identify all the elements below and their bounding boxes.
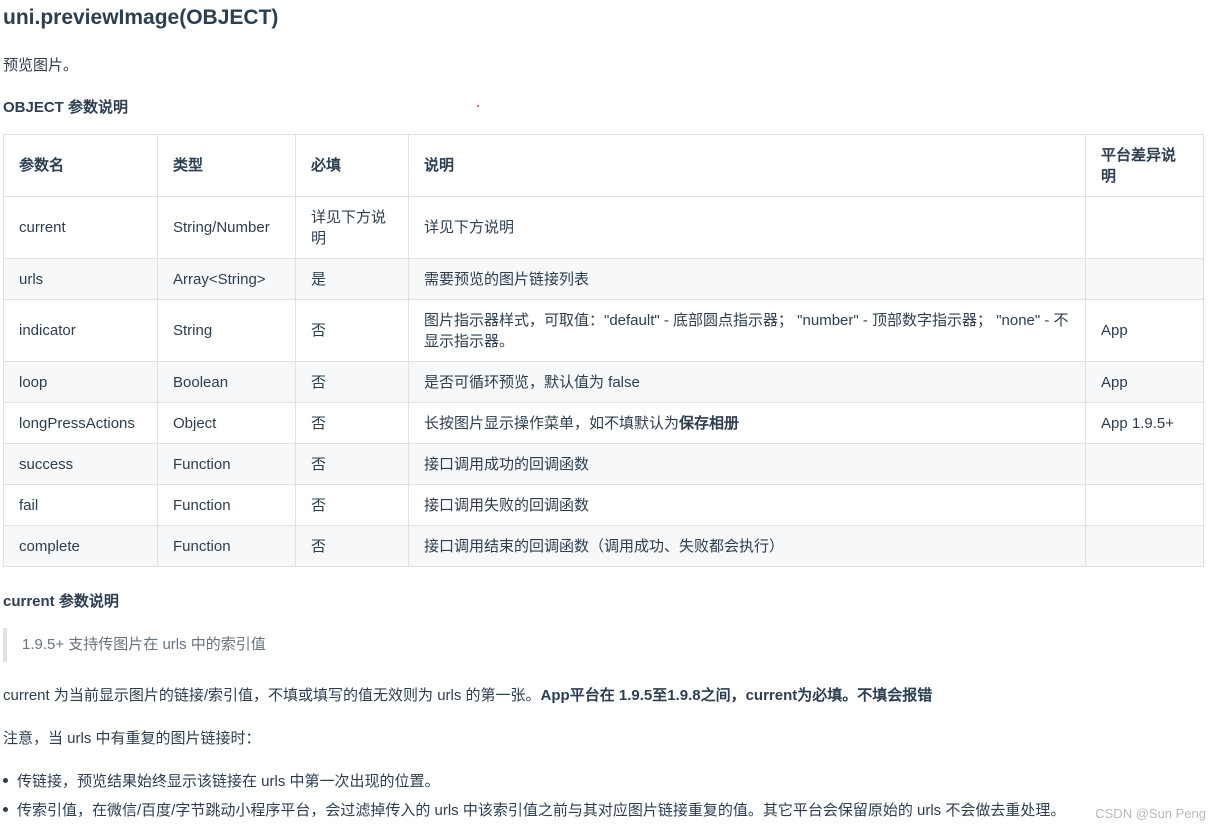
header-platform: 平台差异说明 xyxy=(1085,134,1204,197)
page-description: 预览图片。 xyxy=(3,57,79,74)
object-params-heading: OBJECT 参数说明 xyxy=(3,99,129,116)
cell-name: current xyxy=(3,196,158,259)
cell-description-text: 长按图片显示操作菜单，如不填默认为 xyxy=(424,414,680,432)
cell-type: Function xyxy=(157,484,296,526)
bullet-dot xyxy=(3,806,8,812)
bullet-dot xyxy=(3,777,8,783)
list-item: 传索引值，在微信/百度/字节跳动小程序平台，会过滤掉传入的 urls 中该索引值… xyxy=(3,799,1065,820)
cell-description: 需要预览的图片链接列表 xyxy=(408,258,1086,300)
cell-name: success xyxy=(3,443,158,485)
table-row: current String/Number 详见下方说明 详见下方说明 xyxy=(3,196,1204,259)
cell-platform: App xyxy=(1085,361,1204,403)
cell-required: 否 xyxy=(295,443,409,485)
list-item-text: 传链接，预览结果始终显示该链接在 urls 中第一次出现的位置。 xyxy=(17,773,440,790)
table-row: complete Function 否 接口调用结束的回调函数（调用成功、失败都… xyxy=(3,525,1204,567)
watermark: CSDN @Sun Peng xyxy=(1095,806,1206,821)
cell-name: loop xyxy=(3,361,158,403)
cell-platform: App 1.9.5+ xyxy=(1085,402,1204,444)
current-paragraph-text: current 为当前显示图片的链接/索引值，不填或填写的值无效则为 urls … xyxy=(3,687,541,704)
header-description: 说明 xyxy=(408,134,1086,197)
version-blockquote: 1.9.5+ 支持传图片在 urls 中的索引值 xyxy=(3,628,266,662)
table-row: urls Array<String> 是 需要预览的图片链接列表 xyxy=(3,258,1204,300)
cell-name: indicator xyxy=(3,299,158,362)
cell-required: 否 xyxy=(295,361,409,403)
cell-description: 接口调用失败的回调函数 xyxy=(408,484,1086,526)
cell-platform xyxy=(1085,443,1204,485)
cell-required: 是 xyxy=(295,258,409,300)
current-paragraph-bold: App平台在 1.9.5至1.9.8之间，current为必填。不填会报错 xyxy=(540,687,933,704)
current-paragraph: current 为当前显示图片的链接/索引值，不填或填写的值无效则为 urls … xyxy=(3,684,932,705)
cell-type: Function xyxy=(157,443,296,485)
table-row: success Function 否 接口调用成功的回调函数 xyxy=(3,443,1204,485)
cell-type: Boolean xyxy=(157,361,296,403)
cell-description: 接口调用结束的回调函数（调用成功、失败都会执行） xyxy=(408,525,1086,567)
header-required: 必填 xyxy=(295,134,409,197)
cell-description: 接口调用成功的回调函数 xyxy=(408,443,1086,485)
current-params-heading: current 参数说明 xyxy=(3,593,119,610)
cell-description: 详见下方说明 xyxy=(408,196,1086,259)
cell-type: Array<String> xyxy=(157,258,296,300)
cell-description: 是否可循环预览，默认值为 false xyxy=(408,361,1086,403)
table-row: longPressActions Object 否 长按图片显示操作菜单，如不填… xyxy=(3,402,1204,444)
header-param-name: 参数名 xyxy=(3,134,158,197)
cell-name: complete xyxy=(3,525,158,567)
cell-description-bold: 保存相册 xyxy=(679,414,740,432)
cell-required: 否 xyxy=(295,525,409,567)
page-title: uni.previewImage(OBJECT) xyxy=(3,6,279,29)
cell-platform: App xyxy=(1085,299,1204,362)
table-row: indicator String 否 图片指示器样式，可取值："default"… xyxy=(3,299,1204,362)
note-paragraph: 注意，当 urls 中有重复的图片链接时： xyxy=(3,730,261,747)
cell-type: String/Number xyxy=(157,196,296,259)
cell-required: 否 xyxy=(295,299,409,362)
cell-description: 长按图片显示操作菜单，如不填默认为保存相册 xyxy=(408,402,1086,444)
cell-type: String xyxy=(157,299,296,362)
cell-platform xyxy=(1085,525,1204,567)
cell-name: urls xyxy=(3,258,158,300)
table-row: loop Boolean 否 是否可循环预览，默认值为 false App xyxy=(3,361,1204,403)
red-dot-mark xyxy=(477,105,479,107)
cell-required: 否 xyxy=(295,402,409,444)
cell-description: 图片指示器样式，可取值："default" - 底部圆点指示器； "number… xyxy=(408,299,1086,362)
table-header-row: 参数名 类型 必填 说明 平台差异说明 xyxy=(3,134,1204,197)
cell-platform xyxy=(1085,484,1204,526)
cell-required: 详见下方说明 xyxy=(295,196,409,259)
table-row: fail Function 否 接口调用失败的回调函数 xyxy=(3,484,1204,526)
cell-name: fail xyxy=(3,484,158,526)
params-table: 参数名 类型 必填 说明 平台差异说明 current String/Numbe… xyxy=(3,134,1204,567)
cell-platform xyxy=(1085,258,1204,300)
cell-platform xyxy=(1085,196,1204,259)
list-item: 传链接，预览结果始终显示该链接在 urls 中第一次出现的位置。 xyxy=(3,770,440,791)
cell-required: 否 xyxy=(295,484,409,526)
cell-type: Object xyxy=(157,402,296,444)
list-item-text: 传索引值，在微信/百度/字节跳动小程序平台，会过滤掉传入的 urls 中该索引值… xyxy=(17,802,1066,819)
cell-type: Function xyxy=(157,525,296,567)
header-type: 类型 xyxy=(157,134,296,197)
cell-name: longPressActions xyxy=(3,402,158,444)
